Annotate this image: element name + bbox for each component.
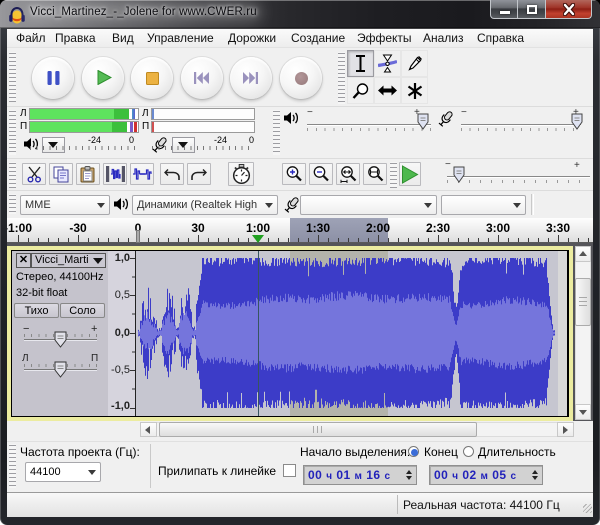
svg-text:-1:00: -1:00 <box>7 221 32 235</box>
svg-text:3:30: 3:30 <box>546 221 570 235</box>
svg-text:30: 30 <box>191 221 205 235</box>
svg-text:2:00: 2:00 <box>366 221 390 235</box>
svg-text:3:00: 3:00 <box>486 221 510 235</box>
svg-text:1:00: 1:00 <box>246 221 270 235</box>
svg-text:-30: -30 <box>69 221 87 235</box>
svg-text:2:30: 2:30 <box>426 221 450 235</box>
svg-text:1:30: 1:30 <box>306 221 330 235</box>
